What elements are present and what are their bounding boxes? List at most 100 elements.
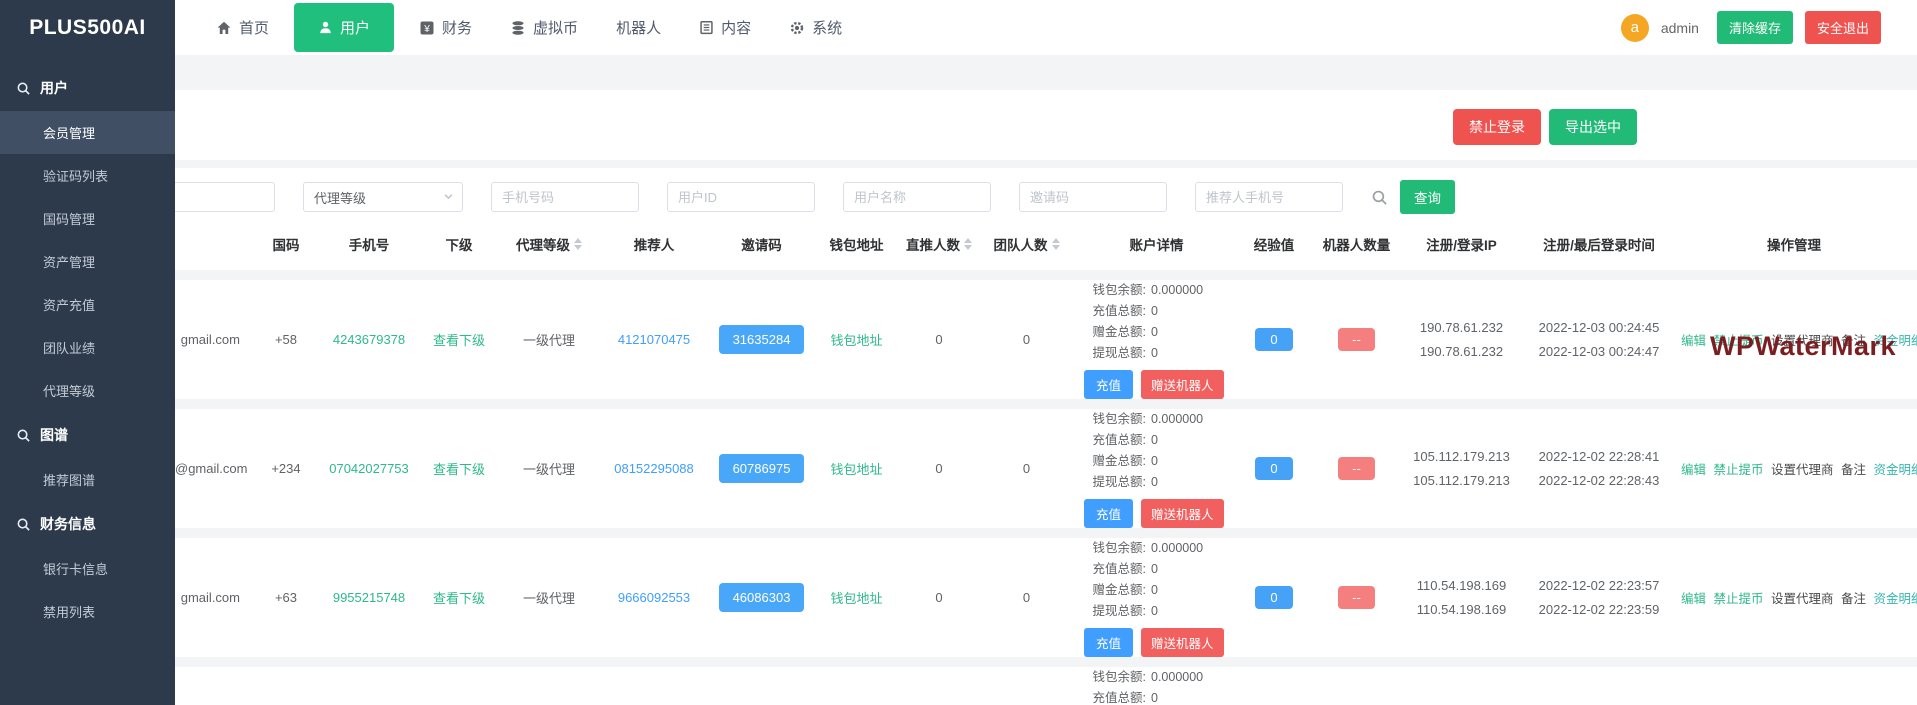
clear-cache-button[interactable]: 清除缓存 [1717,11,1793,44]
ban-login-button[interactable]: 禁止登录 [1453,109,1541,145]
nav-users[interactable]: 用户 [294,3,394,52]
wallet-balance: 0.000000 [1151,409,1203,430]
direct-count: 0 [899,332,979,347]
robot-count-badge[interactable]: -- [1338,328,1375,351]
remark-link[interactable]: 备注 [1841,592,1866,606]
header-register-ip: 注册/登录IP [1404,234,1519,254]
sidebar-section-users[interactable]: 用户 [0,65,175,111]
header-team-count: 团队人数 [979,234,1074,254]
header-phone: 手机号 [319,234,419,254]
header-wallet: 钱包地址 [814,234,899,254]
fund-details-link[interactable]: 资金明细 [1874,463,1917,477]
sidebar-item-referral-graph[interactable]: 推荐图谱 [0,458,175,501]
user-email: gmail.com [175,590,253,605]
recharge-button[interactable]: 充值 [1084,499,1133,528]
sidebar-item-asset-management[interactable]: 资产管理 [0,240,175,283]
sidebar-section-finance-info[interactable]: 财务信息 [0,501,175,547]
ban-withdraw-link[interactable]: 禁止提币 [1714,463,1764,477]
account-details: 钱包余额:0.000000 充值总额:0 赠金总额:0 提现总额:0 充值 赠送… [1074,409,1239,528]
sidebar-section-label: 财务信息 [40,514,96,534]
referrer-link[interactable]: 9666092553 [618,590,690,605]
user-id-filter-input[interactable] [667,182,815,212]
phone-link[interactable]: 4243679378 [333,332,405,347]
robot-count-badge[interactable]: -- [1338,586,1375,609]
sidebar-item-bank-cards[interactable]: 银行卡信息 [0,547,175,590]
sidebar-menu: 用户 会员管理 验证码列表 国码管理 资产管理 资产充值 团队业绩 代理等级 图… [0,55,175,633]
edit-link[interactable]: 编辑 [1681,592,1706,606]
wallet-address-link[interactable]: 钱包地址 [830,462,882,477]
invite-code-filter-input[interactable] [1019,182,1167,212]
referrer-link[interactable]: 08152295088 [614,461,694,476]
sidebar-item-member-management[interactable]: 会员管理 [0,111,175,154]
topbar-right: a admin 清除缓存 安全退出 [1621,11,1917,44]
country-code: +234 [253,461,319,476]
fund-details-link[interactable]: 资金明细 [1874,592,1917,606]
query-button[interactable]: 查询 [1400,180,1455,214]
app-logo: PLUS500AI [0,0,175,55]
table-row: @gmail.com +234 07042027753 查看下级 一级代理 08… [175,409,1917,528]
account-details: 钱包余额:0.000000 充值总额:0 赠金总额:0 提现总额:0 充值 赠送… [1074,280,1239,399]
nav-home[interactable]: 首页 [197,0,288,55]
team-count: 0 [979,332,1074,347]
invite-code-badge[interactable]: 46086303 [719,583,805,612]
nav-finance[interactable]: ¥ 财务 [400,0,491,55]
nav-system[interactable]: 系统 [770,0,861,55]
topbar: 首页 用户 ¥ 财务 虚拟币 机器人 内容 系统 a admin 清除缓存 [175,0,1917,55]
user-name-filter-input[interactable] [843,182,991,212]
sort-carets[interactable] [964,238,972,250]
sidebar-item-verification-codes[interactable]: 验证码列表 [0,154,175,197]
exp-badge[interactable]: 0 [1255,457,1292,480]
give-robot-button[interactable]: 赠送机器人 [1141,628,1224,657]
view-subordinates-link[interactable]: 查看下级 [433,333,485,348]
give-robot-button[interactable]: 赠送机器人 [1141,370,1224,399]
sort-carets[interactable] [1052,238,1060,250]
edit-link[interactable]: 编辑 [1681,463,1706,477]
agent-level: 一级代理 [499,588,599,607]
set-agent-link[interactable]: 设置代理商 [1771,463,1834,477]
content-icon [699,20,714,35]
robot-count-badge[interactable]: -- [1338,457,1375,480]
edit-link[interactable]: 编辑 [1681,334,1706,348]
sidebar-item-agent-levels[interactable]: 代理等级 [0,369,175,412]
recharge-button[interactable]: 充值 [1084,370,1133,399]
invite-code-badge[interactable]: 60786975 [719,454,805,483]
header-robot-count: 机器人数量 [1309,234,1404,254]
ban-withdraw-link[interactable]: 禁止提币 [1714,592,1764,606]
invite-code-badge[interactable]: 31635284 [719,325,805,354]
phone-link[interactable]: 9955215748 [333,590,405,605]
view-subordinates-link[interactable]: 查看下级 [433,462,485,477]
nav-robots[interactable]: 机器人 [597,0,680,55]
sidebar-section-graph[interactable]: 图谱 [0,412,175,458]
exp-badge[interactable]: 0 [1255,586,1292,609]
search-icon[interactable] [1371,189,1388,206]
avatar[interactable]: a [1621,14,1649,42]
give-robot-button[interactable]: 赠送机器人 [1141,499,1224,528]
exp-badge[interactable]: 0 [1255,328,1292,351]
phone-filter-input[interactable] [491,182,639,212]
set-agent-link[interactable]: 设置代理商 [1771,592,1834,606]
agent-level-select[interactable]: 代理等级 [303,182,463,212]
wallet-address-link[interactable]: 钱包地址 [830,333,882,348]
export-selected-button[interactable]: 导出选中 [1549,109,1637,145]
nav-crypto[interactable]: 虚拟币 [491,0,597,55]
sidebar-item-disabled-list[interactable]: 禁用列表 [0,590,175,633]
remark-link[interactable]: 备注 [1841,463,1866,477]
header-referrer: 推荐人 [599,234,709,254]
recharge-button[interactable]: 充值 [1084,628,1133,657]
logout-button[interactable]: 安全退出 [1805,11,1881,44]
wallet-address-link[interactable]: 钱包地址 [830,591,882,606]
operations: 编辑 禁止提币 设置代理商 备注 资金明细 删除 [1679,459,1909,478]
phone-link[interactable]: 07042027753 [329,461,409,476]
sidebar-item-country-codes[interactable]: 国码管理 [0,197,175,240]
referrer-phone-filter-input[interactable] [1195,182,1343,212]
referrer-link[interactable]: 4121070475 [618,332,690,347]
sidebar-item-team-performance[interactable]: 团队业绩 [0,326,175,369]
sort-carets[interactable] [574,238,582,250]
user-email: gmail.com [175,332,253,347]
sidebar-item-asset-recharge[interactable]: 资产充值 [0,283,175,326]
view-subordinates-link[interactable]: 查看下级 [433,591,485,606]
register-login-time: 2022-12-02 22:28:41 2022-12-02 22:28:43 [1519,445,1679,493]
nav-content[interactable]: 内容 [680,0,770,55]
finance-icon: ¥ [419,20,435,36]
search-field-extra[interactable] [175,182,275,212]
